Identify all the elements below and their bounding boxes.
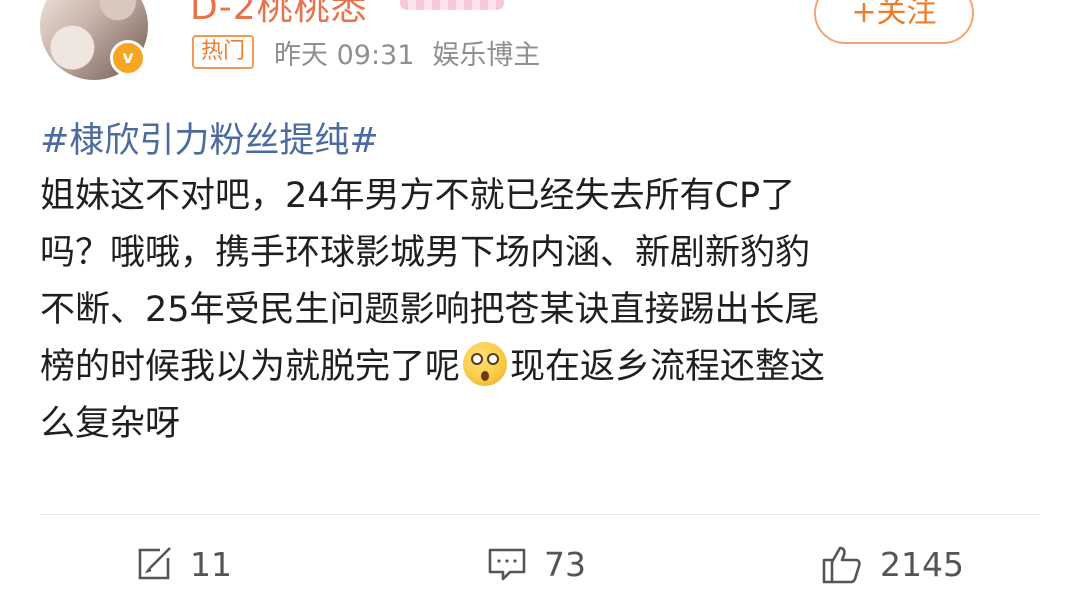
verified-badge-icon: v: [110, 40, 146, 76]
divider: [40, 514, 1040, 515]
like-button[interactable]: 2145: [820, 540, 964, 588]
like-count: 2145: [880, 544, 964, 584]
repost-icon: [138, 547, 171, 580]
username[interactable]: D-2桃桃悉: [190, 0, 368, 30]
topic-hashtag-link[interactable]: #棣欣引力粉丝提纯#: [40, 112, 379, 163]
post-text-segment: 榜的时候我以为就脱完了呢: [40, 347, 461, 387]
post-text-line: 不断、25年受民生问题影响把苍某诀直接踢出长尾: [40, 290, 820, 330]
post-text-line: 么复杂呀: [40, 404, 181, 444]
comment-icon: [488, 548, 526, 581]
repost-button[interactable]: 11: [134, 540, 232, 588]
post-time: 昨天 09:31: [274, 39, 415, 71]
post-text-line: 吗？哦哦，携手环球影城男下场内涵、新剧新豹豹: [40, 233, 811, 273]
repost-count: 11: [190, 544, 232, 584]
post-text: 姐妹这不对吧，24年男方不就已经失去所有CP了 吗？哦哦，携手环球影城男下场内涵…: [40, 168, 1040, 453]
thumbs-up-icon: [822, 546, 861, 584]
avatar[interactable]: v: [40, 0, 148, 80]
comment-button[interactable]: 73: [486, 540, 586, 588]
post-text-segment: 现在返乡流程还整这: [510, 347, 826, 387]
follow-button[interactable]: +关注: [814, 0, 974, 44]
post-meta: 热门 昨天 09:31 娱乐博主: [192, 34, 541, 71]
hot-tag-badge: 热门: [192, 35, 255, 69]
post-text-line: 榜的时候我以为就脱完了呢 现在返乡流程还整这: [40, 339, 1040, 396]
post-text-line: 姐妹这不对吧，24年男方不就已经失去所有CP了: [40, 176, 796, 216]
name-decoration-icon: [400, 0, 504, 10]
flushed-face-emoji-icon: [463, 342, 508, 386]
comment-count: 73: [544, 544, 586, 584]
user-role: 娱乐博主: [432, 39, 541, 71]
